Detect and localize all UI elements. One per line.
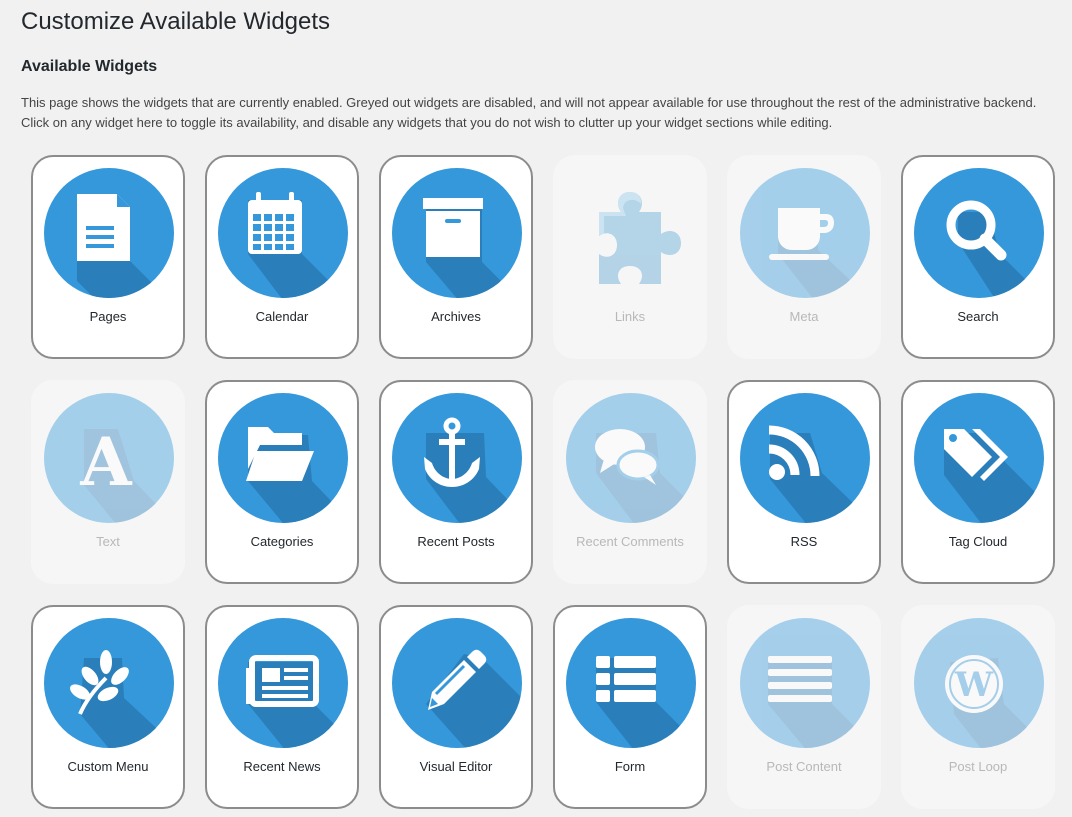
page-description: This page shows the widgets that are cur… [21,95,1037,130]
widget-label: Recent Posts [417,534,495,549]
widget-tile-rss[interactable]: RSS [727,380,881,584]
folder-icon [218,393,348,523]
widget-label: Recent Comments [576,534,684,549]
leaf-branch-icon [44,618,174,748]
widget-tile-calendar[interactable]: Calendar [205,155,359,359]
widget-tile-post-content[interactable]: Post Content [727,605,881,809]
wordpress-icon: W [914,618,1044,748]
archive-box-icon [392,168,522,298]
widget-tile-recent-comments[interactable]: Recent Comments [553,380,707,584]
rss-icon [740,393,870,523]
widget-label: Archives [431,309,481,324]
widget-label: Tag Cloud [948,534,1008,549]
widget-tile-tag-cloud[interactable]: Tag Cloud [901,380,1055,584]
anchor-icon [392,393,522,523]
widget-tile-archives[interactable]: Archives [379,155,533,359]
widget-tile-custom-menu[interactable]: Custom Menu [31,605,185,809]
widget-tile-form[interactable]: Form [553,605,707,809]
widget-tile-pages[interactable]: Pages [31,155,185,359]
widget-label: Post Loop [948,759,1008,774]
pencil-icon [392,618,522,748]
text-lines-icon [740,618,870,748]
widget-tile-categories[interactable]: Categories [205,380,359,584]
widget-tile-text[interactable]: A Text [31,380,185,584]
widget-label: Search [957,309,999,324]
page-title: Customize Available Widgets [21,8,331,35]
section-title: Available Widgets [21,58,158,75]
widget-label: Post Content [766,759,842,774]
magnifier-icon [914,168,1044,298]
widget-tile-recent-news[interactable]: Recent News [205,605,359,809]
widget-label: Visual Editor [419,759,493,774]
svg-text:W: W [954,665,994,705]
document-icon [44,168,174,298]
widget-label: Links [614,309,646,324]
widget-label: Text [96,534,120,549]
calendar-icon [218,168,348,298]
widget-label: Categories [250,534,314,549]
coffee-cup-icon [740,168,870,298]
widget-tile-post-loop[interactable]: W Post Loop [901,605,1055,809]
widget-label: Calendar [255,309,309,324]
widget-label: Form [614,759,646,774]
widget-label: Pages [89,309,127,324]
widget-tile-meta[interactable]: Meta [727,155,881,359]
widget-grid: Pages Calendar Archives Links Meta Searc… [31,155,1055,809]
svg-text:A: A [79,423,132,501]
widget-label: Recent News [243,759,321,774]
widget-tile-search[interactable]: Search [901,155,1055,359]
newspaper-icon [218,618,348,748]
widget-tile-recent-posts[interactable]: Recent Posts [379,380,533,584]
widget-tile-links[interactable]: Links [553,155,707,359]
widget-tile-visual-editor[interactable]: Visual Editor [379,605,533,809]
widget-label: Custom Menu [67,759,149,774]
puzzle-piece-icon [566,168,696,298]
list-icon [566,618,696,748]
widget-label: RSS [790,534,818,549]
tags-icon [914,393,1044,523]
letter-a-icon: A [44,393,174,523]
widget-label: Meta [789,309,819,324]
speech-bubbles-icon [566,393,696,523]
